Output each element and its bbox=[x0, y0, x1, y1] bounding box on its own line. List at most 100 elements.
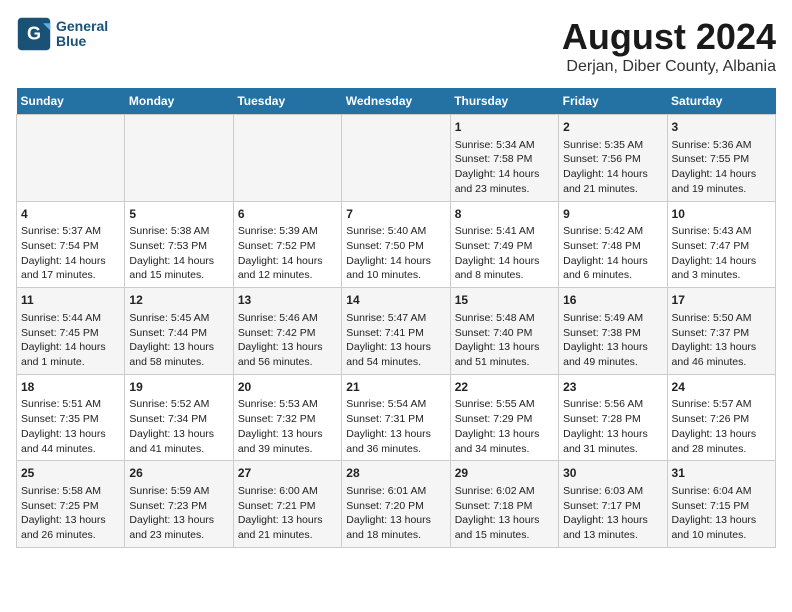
day-info: Sunrise: 5:43 AM Sunset: 7:47 PM Dayligh… bbox=[672, 224, 771, 283]
day-info: Sunrise: 5:56 AM Sunset: 7:28 PM Dayligh… bbox=[563, 397, 662, 456]
calendar-day-cell: 29 Sunrise: 6:02 AM Sunset: 7:18 PM Dayli… bbox=[450, 461, 558, 548]
calendar-day-cell bbox=[17, 115, 125, 202]
calendar-day-cell: 30 Sunrise: 6:03 AM Sunset: 7:17 PM Dayli… bbox=[559, 461, 667, 548]
calendar-table: SundayMondayTuesdayWednesdayThursdayFrid… bbox=[16, 88, 776, 548]
svg-text:G: G bbox=[27, 23, 41, 43]
day-of-week-header: Wednesday bbox=[342, 88, 450, 115]
day-number: 15 bbox=[455, 292, 554, 309]
day-info: Sunrise: 5:48 AM Sunset: 7:40 PM Dayligh… bbox=[455, 311, 554, 370]
calendar-day-cell: 23Sunrise: 5:56 AM Sunset: 7:28 PM Dayli… bbox=[559, 374, 667, 461]
calendar-header: SundayMondayTuesdayWednesdayThursdayFrid… bbox=[17, 88, 776, 115]
day-number: 21 bbox=[346, 379, 445, 396]
day-info: Sunrise: 5:36 AM Sunset: 7:55 PM Dayligh… bbox=[672, 138, 771, 197]
page-subtitle: Derjan, Diber County, Albania bbox=[562, 58, 776, 76]
day-number: 28 bbox=[346, 465, 445, 482]
day-number: 20 bbox=[238, 379, 337, 396]
day-number: 27 bbox=[238, 465, 337, 482]
day-info: Sunrise: 5:40 AM Sunset: 7:50 PM Dayligh… bbox=[346, 224, 445, 283]
day-number: 13 bbox=[238, 292, 337, 309]
day-info: Sunrise: 5:59 AM Sunset: 7:23 PM Dayligh… bbox=[129, 484, 228, 543]
calendar-day-cell: 26 Sunrise: 5:59 AM Sunset: 7:23 PM Dayli… bbox=[125, 461, 233, 548]
calendar-day-cell: 31Sunrise: 6:04 AM Sunset: 7:15 PM Dayli… bbox=[667, 461, 775, 548]
logo-line2: Blue bbox=[56, 34, 108, 49]
day-info: Sunrise: 5:41 AM Sunset: 7:49 PM Dayligh… bbox=[455, 224, 554, 283]
page-title: August 2024 bbox=[562, 16, 776, 58]
day-of-week-header: Sunday bbox=[17, 88, 125, 115]
day-number: 23 bbox=[563, 379, 662, 396]
day-info: Sunrise: 5:38 AM Sunset: 7:53 PM Dayligh… bbox=[129, 224, 228, 283]
day-number: 7 bbox=[346, 206, 445, 223]
calendar-day-cell: 3Sunrise: 5:36 AM Sunset: 7:55 PM Daylig… bbox=[667, 115, 775, 202]
day-info: Sunrise: 6:03 AM Sunset: 7:17 PM Dayligh… bbox=[563, 484, 662, 543]
day-number: 5 bbox=[129, 206, 228, 223]
day-number: 14 bbox=[346, 292, 445, 309]
page-header: G General Blue August 2024 Derjan, Diber… bbox=[16, 16, 776, 76]
day-info: Sunrise: 5:46 AM Sunset: 7:42 PM Dayligh… bbox=[238, 311, 337, 370]
calendar-day-cell: 5Sunrise: 5:38 AM Sunset: 7:53 PM Daylig… bbox=[125, 201, 233, 288]
calendar-day-cell: 9Sunrise: 5:42 AM Sunset: 7:48 PM Daylig… bbox=[559, 201, 667, 288]
calendar-week-row: 1 Sunrise: 5:34 AM Sunset: 7:58 PM Daylig… bbox=[17, 115, 776, 202]
day-info: Sunrise: 5:39 AM Sunset: 7:52 PM Dayligh… bbox=[238, 224, 337, 283]
title-block: August 2024 Derjan, Diber County, Albani… bbox=[562, 16, 776, 76]
calendar-week-row: 18Sunrise: 5:51 AM Sunset: 7:35 PM Dayli… bbox=[17, 374, 776, 461]
calendar-day-cell: 25 Sunrise: 5:58 AM Sunset: 7:25 PM Dayli… bbox=[17, 461, 125, 548]
day-info: Sunrise: 5:42 AM Sunset: 7:48 PM Dayligh… bbox=[563, 224, 662, 283]
day-info: Sunrise: 5:53 AM Sunset: 7:32 PM Dayligh… bbox=[238, 397, 337, 456]
calendar-day-cell: 8Sunrise: 5:41 AM Sunset: 7:49 PM Daylig… bbox=[450, 201, 558, 288]
calendar-day-cell: 28Sunrise: 6:01 AM Sunset: 7:20 PM Dayli… bbox=[342, 461, 450, 548]
calendar-day-cell: 24Sunrise: 5:57 AM Sunset: 7:26 PM Dayli… bbox=[667, 374, 775, 461]
day-info: Sunrise: 5:58 AM Sunset: 7:25 PM Dayligh… bbox=[21, 484, 120, 543]
day-of-week-header: Tuesday bbox=[233, 88, 341, 115]
day-number: 16 bbox=[563, 292, 662, 309]
calendar-day-cell bbox=[125, 115, 233, 202]
calendar-day-cell: 1 Sunrise: 5:34 AM Sunset: 7:58 PM Daylig… bbox=[450, 115, 558, 202]
day-number: 2 bbox=[563, 119, 662, 136]
day-number: 9 bbox=[563, 206, 662, 223]
calendar-day-cell: 6Sunrise: 5:39 AM Sunset: 7:52 PM Daylig… bbox=[233, 201, 341, 288]
day-number: 24 bbox=[672, 379, 771, 396]
logo-line1: General bbox=[56, 19, 108, 34]
day-number: 1 bbox=[455, 119, 554, 136]
day-number: 29 bbox=[455, 465, 554, 482]
calendar-day-cell: 19Sunrise: 5:52 AM Sunset: 7:34 PM Dayli… bbox=[125, 374, 233, 461]
day-info: Sunrise: 5:47 AM Sunset: 7:41 PM Dayligh… bbox=[346, 311, 445, 370]
calendar-day-cell: 21Sunrise: 5:54 AM Sunset: 7:31 PM Dayli… bbox=[342, 374, 450, 461]
day-number: 25 bbox=[21, 465, 120, 482]
logo-icon: G bbox=[16, 16, 52, 52]
day-info: Sunrise: 5:49 AM Sunset: 7:38 PM Dayligh… bbox=[563, 311, 662, 370]
calendar-day-cell: 12 Sunrise: 5:45 AM Sunset: 7:44 PM Dayli… bbox=[125, 288, 233, 375]
day-info: Sunrise: 5:50 AM Sunset: 7:37 PM Dayligh… bbox=[672, 311, 771, 370]
day-number: 8 bbox=[455, 206, 554, 223]
day-info: Sunrise: 5:45 AM Sunset: 7:44 PM Dayligh… bbox=[129, 311, 228, 370]
day-number: 30 bbox=[563, 465, 662, 482]
day-info: Sunrise: 5:35 AM Sunset: 7:56 PM Dayligh… bbox=[563, 138, 662, 197]
day-info: Sunrise: 5:54 AM Sunset: 7:31 PM Dayligh… bbox=[346, 397, 445, 456]
day-of-week-header: Monday bbox=[125, 88, 233, 115]
calendar-day-cell: 13 Sunrise: 5:46 AM Sunset: 7:42 PM Dayli… bbox=[233, 288, 341, 375]
day-number: 19 bbox=[129, 379, 228, 396]
logo-text: General Blue bbox=[56, 19, 108, 50]
calendar-day-cell: 22Sunrise: 5:55 AM Sunset: 7:29 PM Dayli… bbox=[450, 374, 558, 461]
calendar-day-cell: 17 Sunrise: 5:50 AM Sunset: 7:37 PM Dayli… bbox=[667, 288, 775, 375]
day-info: Sunrise: 6:02 AM Sunset: 7:18 PM Dayligh… bbox=[455, 484, 554, 543]
day-number: 10 bbox=[672, 206, 771, 223]
day-info: Sunrise: 6:04 AM Sunset: 7:15 PM Dayligh… bbox=[672, 484, 771, 543]
day-number: 18 bbox=[21, 379, 120, 396]
calendar-week-row: 4Sunrise: 5:37 AM Sunset: 7:54 PM Daylig… bbox=[17, 201, 776, 288]
calendar-day-cell: 27Sunrise: 6:00 AM Sunset: 7:21 PM Dayli… bbox=[233, 461, 341, 548]
calendar-day-cell: 10Sunrise: 5:43 AM Sunset: 7:47 PM Dayli… bbox=[667, 201, 775, 288]
header-row: SundayMondayTuesdayWednesdayThursdayFrid… bbox=[17, 88, 776, 115]
day-number: 12 bbox=[129, 292, 228, 309]
day-number: 11 bbox=[21, 292, 120, 309]
calendar-day-cell: 18Sunrise: 5:51 AM Sunset: 7:35 PM Dayli… bbox=[17, 374, 125, 461]
day-of-week-header: Saturday bbox=[667, 88, 775, 115]
day-number: 26 bbox=[129, 465, 228, 482]
day-info: Sunrise: 5:57 AM Sunset: 7:26 PM Dayligh… bbox=[672, 397, 771, 456]
day-number: 17 bbox=[672, 292, 771, 309]
calendar-day-cell bbox=[342, 115, 450, 202]
calendar-day-cell: 20Sunrise: 5:53 AM Sunset: 7:32 PM Dayli… bbox=[233, 374, 341, 461]
calendar-day-cell: 11Sunrise: 5:44 AM Sunset: 7:45 PM Dayli… bbox=[17, 288, 125, 375]
calendar-day-cell bbox=[233, 115, 341, 202]
calendar-day-cell: 15 Sunrise: 5:48 AM Sunset: 7:40 PM Dayli… bbox=[450, 288, 558, 375]
day-info: Sunrise: 5:34 AM Sunset: 7:58 PM Dayligh… bbox=[455, 138, 554, 197]
